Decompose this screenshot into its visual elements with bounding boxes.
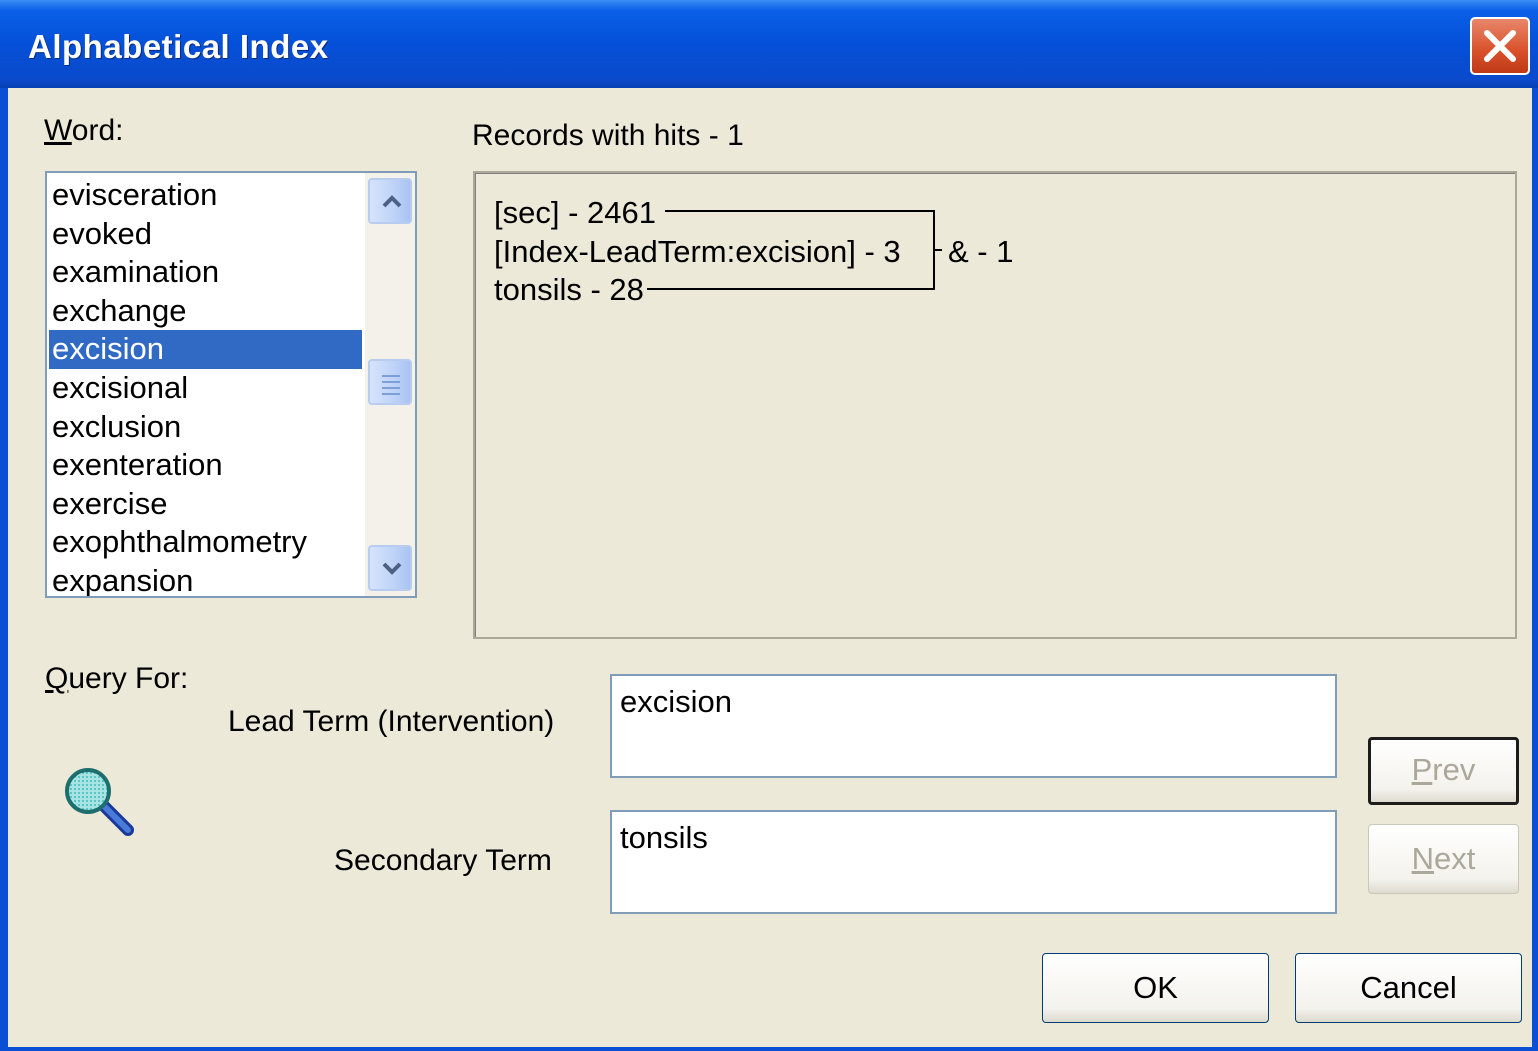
- results-panel: [sec] - 2461 [Index-LeadTerm:excision] -…: [473, 171, 1517, 639]
- lead-term-label: Lead Term (Intervention): [228, 705, 555, 738]
- close-icon: [1484, 30, 1516, 62]
- records-header: Records with hits - 1: [472, 119, 744, 152]
- lead-term-input[interactable]: excision: [610, 674, 1337, 778]
- secondary-term-label: Secondary Term: [334, 844, 552, 877]
- result-combined: & - 1: [948, 234, 1014, 269]
- ok-button[interactable]: OK: [1042, 953, 1269, 1023]
- word-list-item[interactable]: exclusion: [49, 408, 362, 447]
- word-list-item[interactable]: expansion: [49, 562, 362, 596]
- word-list-item[interactable]: exercise: [49, 485, 362, 524]
- word-listbox[interactable]: evisceration evoked examination exchange exc…: [45, 171, 417, 598]
- word-list-items: evisceration evoked examination exchange exc…: [49, 176, 362, 596]
- secondary-term-input[interactable]: tonsils: [610, 810, 1337, 914]
- chevron-down-icon: [382, 562, 402, 575]
- prev-button[interactable]: Prev: [1368, 737, 1519, 805]
- query-for-label: Query For:: [45, 662, 189, 695]
- word-list-item[interactable]: exenteration: [49, 446, 362, 485]
- magnifier-icon: [65, 768, 134, 836]
- scroll-up-button[interactable]: [368, 178, 412, 224]
- word-list-item[interactable]: excision: [49, 330, 362, 369]
- chevron-up-icon: [382, 195, 402, 208]
- word-list-scrollbar[interactable]: [365, 173, 415, 596]
- next-button[interactable]: Next: [1368, 824, 1519, 894]
- word-list-item[interactable]: excisional: [49, 369, 362, 408]
- title-bar[interactable]: Alphabetical Index: [0, 0, 1538, 88]
- word-list-item[interactable]: examination: [49, 253, 362, 292]
- alphabetical-index-dialog: Alphabetical Index Word: evisceration evo…: [0, 0, 1538, 1051]
- word-label: Word:: [44, 114, 124, 147]
- word-list-item[interactable]: evoked: [49, 215, 362, 254]
- window-title: Alphabetical Index: [28, 28, 329, 65]
- cancel-button[interactable]: Cancel: [1295, 953, 1522, 1023]
- word-list-item[interactable]: evisceration: [49, 176, 362, 215]
- scroll-thumb[interactable]: [368, 359, 412, 405]
- scroll-down-button[interactable]: [368, 545, 412, 591]
- close-button[interactable]: [1470, 17, 1530, 75]
- word-list-item[interactable]: exophthalmometry: [49, 523, 362, 562]
- word-list-item[interactable]: exchange: [49, 292, 362, 331]
